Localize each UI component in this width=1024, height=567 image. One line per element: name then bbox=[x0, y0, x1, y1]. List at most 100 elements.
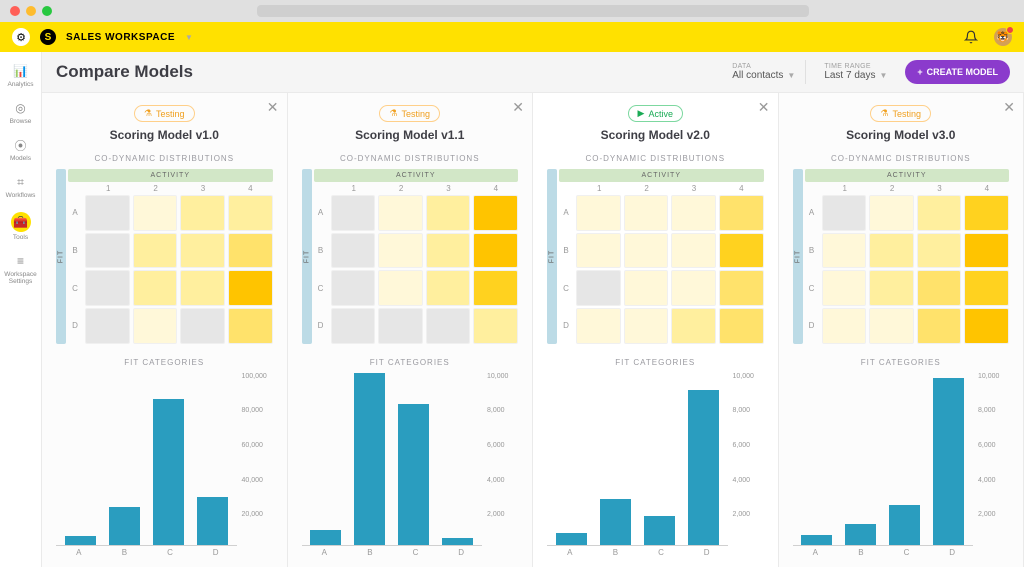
model-card: ✕ ⚗ Testing Scoring Model v1.0 CO-DYNAMI… bbox=[42, 93, 288, 567]
y-tick-label: 2,000 bbox=[733, 511, 764, 518]
y-tick-label: 4,000 bbox=[978, 477, 1009, 484]
workspace-label[interactable]: SALES WORKSPACE bbox=[66, 32, 175, 43]
heatmap-row-label: A bbox=[805, 208, 819, 217]
create-model-label: CREATE MODEL bbox=[927, 67, 998, 77]
heatmap-cell bbox=[576, 195, 621, 231]
co-dynamic-label: CO-DYNAMIC DISTRIBUTIONS bbox=[793, 154, 1010, 163]
heatmap-col-label: 3 bbox=[181, 184, 225, 193]
heatmap-col-label: 2 bbox=[133, 184, 177, 193]
heatmap-cell bbox=[378, 308, 423, 344]
bars bbox=[302, 373, 483, 546]
sidebar-item-browse[interactable]: ◎Browse bbox=[0, 95, 41, 130]
heatmap-cell bbox=[671, 195, 716, 231]
status-pill: ▶ Active bbox=[628, 105, 683, 122]
heatmap-col-label: 3 bbox=[672, 184, 716, 193]
create-model-button[interactable]: + CREATE MODEL bbox=[905, 60, 1010, 84]
status-label: Testing bbox=[893, 109, 922, 119]
heatmap-col-label: 1 bbox=[332, 184, 376, 193]
model-title: Scoring Model v2.0 bbox=[547, 128, 764, 142]
heatmap-col-label: 4 bbox=[965, 184, 1009, 193]
status-label: Active bbox=[648, 109, 673, 119]
heatmap-row-label: B bbox=[68, 246, 82, 255]
bar bbox=[933, 378, 964, 545]
y-axis-ticks: 10,0008,0006,0004,0002,000 bbox=[975, 373, 1009, 546]
minimize-window-icon[interactable] bbox=[26, 6, 36, 16]
sidebar-item-workspace-settings[interactable]: ≡Workspace Settings bbox=[0, 248, 41, 290]
sidebar-item-tools[interactable]: 🧰Tools bbox=[0, 207, 41, 246]
heatmap-cell bbox=[228, 270, 273, 306]
close-card-icon[interactable]: ✕ bbox=[1003, 99, 1015, 116]
heatmap-row-label: B bbox=[314, 246, 328, 255]
heatmap-cell bbox=[671, 308, 716, 344]
heatmap-cell bbox=[719, 195, 764, 231]
bar bbox=[845, 524, 876, 545]
heatmap-row-label: C bbox=[559, 284, 573, 293]
maximize-window-icon[interactable] bbox=[42, 6, 52, 16]
close-card-icon[interactable]: ✕ bbox=[758, 99, 770, 116]
heatmap-col-label: 4 bbox=[228, 184, 272, 193]
workflows-icon: ⌗ bbox=[13, 174, 29, 190]
status-pill: ⚗ Testing bbox=[870, 105, 931, 122]
heatmap-row-label: D bbox=[314, 321, 328, 330]
fit-axis-label: FIT bbox=[302, 169, 312, 344]
workspace-settings-icon: ≡ bbox=[13, 253, 29, 269]
bar bbox=[65, 536, 96, 545]
heatmap-cell bbox=[378, 270, 423, 306]
user-avatar[interactable]: 🐯 bbox=[994, 28, 1012, 46]
heatmap-cell bbox=[869, 308, 914, 344]
window-controls[interactable] bbox=[10, 6, 52, 16]
heatmap-cell bbox=[426, 270, 471, 306]
heatmap-col-label: 1 bbox=[823, 184, 867, 193]
data-selector[interactable]: DATA All contacts▼ bbox=[722, 60, 806, 84]
y-axis-ticks: 10,0008,0006,0004,0002,000 bbox=[730, 373, 764, 546]
heatmap-cell bbox=[331, 308, 376, 344]
sidebar-item-label: Analytics bbox=[7, 81, 33, 88]
y-tick-label: 8,000 bbox=[487, 407, 518, 414]
models-icon: ⦿ bbox=[13, 137, 29, 153]
heatmap-cell bbox=[917, 270, 962, 306]
heatmap-cell bbox=[426, 308, 471, 344]
time-range-selector[interactable]: TIME RANGE Last 7 days▼ bbox=[814, 60, 897, 84]
heatmap-col-label: 3 bbox=[426, 184, 470, 193]
heatmap-cell bbox=[719, 308, 764, 344]
close-card-icon[interactable]: ✕ bbox=[512, 99, 524, 116]
close-window-icon[interactable] bbox=[10, 6, 20, 16]
y-tick-label: 2,000 bbox=[487, 511, 518, 518]
notifications-icon[interactable] bbox=[962, 28, 980, 46]
heatmap-cell bbox=[576, 270, 621, 306]
data-selector-label: DATA bbox=[732, 63, 795, 70]
y-tick-label: 4,000 bbox=[733, 477, 764, 484]
bar bbox=[644, 516, 675, 545]
heatmap-cell bbox=[85, 270, 130, 306]
heatmap-cell bbox=[869, 195, 914, 231]
heatmap-col-label: 3 bbox=[917, 184, 961, 193]
heatmap-cell bbox=[180, 195, 225, 231]
heatmap-cell bbox=[964, 308, 1009, 344]
heatmap-cell bbox=[473, 195, 518, 231]
bar-chart: 100,00080,00060,00040,00020,000 ABCD bbox=[56, 373, 273, 557]
analytics-icon: 📊 bbox=[13, 63, 29, 79]
bar bbox=[442, 538, 473, 545]
bar-chart: 10,0008,0006,0004,0002,000 ABCD bbox=[302, 373, 519, 557]
sidebar-item-analytics[interactable]: 📊 Analytics bbox=[0, 58, 41, 93]
sidebar-item-models[interactable]: ⦿Models bbox=[0, 132, 41, 167]
y-tick-label: 8,000 bbox=[733, 407, 764, 414]
heatmap-col-label: 1 bbox=[86, 184, 130, 193]
heatmap-cell bbox=[869, 233, 914, 269]
close-card-icon[interactable]: ✕ bbox=[267, 99, 279, 116]
heatmap-cell bbox=[624, 270, 669, 306]
y-tick-label: 10,000 bbox=[487, 373, 518, 380]
topbar: ⚙ S SALES WORKSPACE ▼ 🐯 bbox=[0, 22, 1024, 52]
chevron-down-icon[interactable]: ▼ bbox=[185, 33, 193, 42]
heatmap-cell bbox=[473, 233, 518, 269]
app-logo[interactable]: ⚙ bbox=[12, 28, 30, 46]
sidebar: 📊 Analytics ◎Browse⦿Models⌗Workflows🧰Tools… bbox=[0, 52, 42, 567]
x-tick-label: D bbox=[193, 548, 239, 557]
app-root: ⚙ S SALES WORKSPACE ▼ 🐯 📊 Analytics ◎Brows… bbox=[0, 22, 1024, 567]
sidebar-item-workflows[interactable]: ⌗Workflows bbox=[0, 169, 41, 204]
address-bar[interactable] bbox=[257, 5, 809, 17]
x-tick-label: B bbox=[347, 548, 393, 557]
x-axis-ticks: ABCD bbox=[793, 546, 1010, 557]
bar bbox=[600, 499, 631, 546]
heatmap-cell bbox=[331, 233, 376, 269]
